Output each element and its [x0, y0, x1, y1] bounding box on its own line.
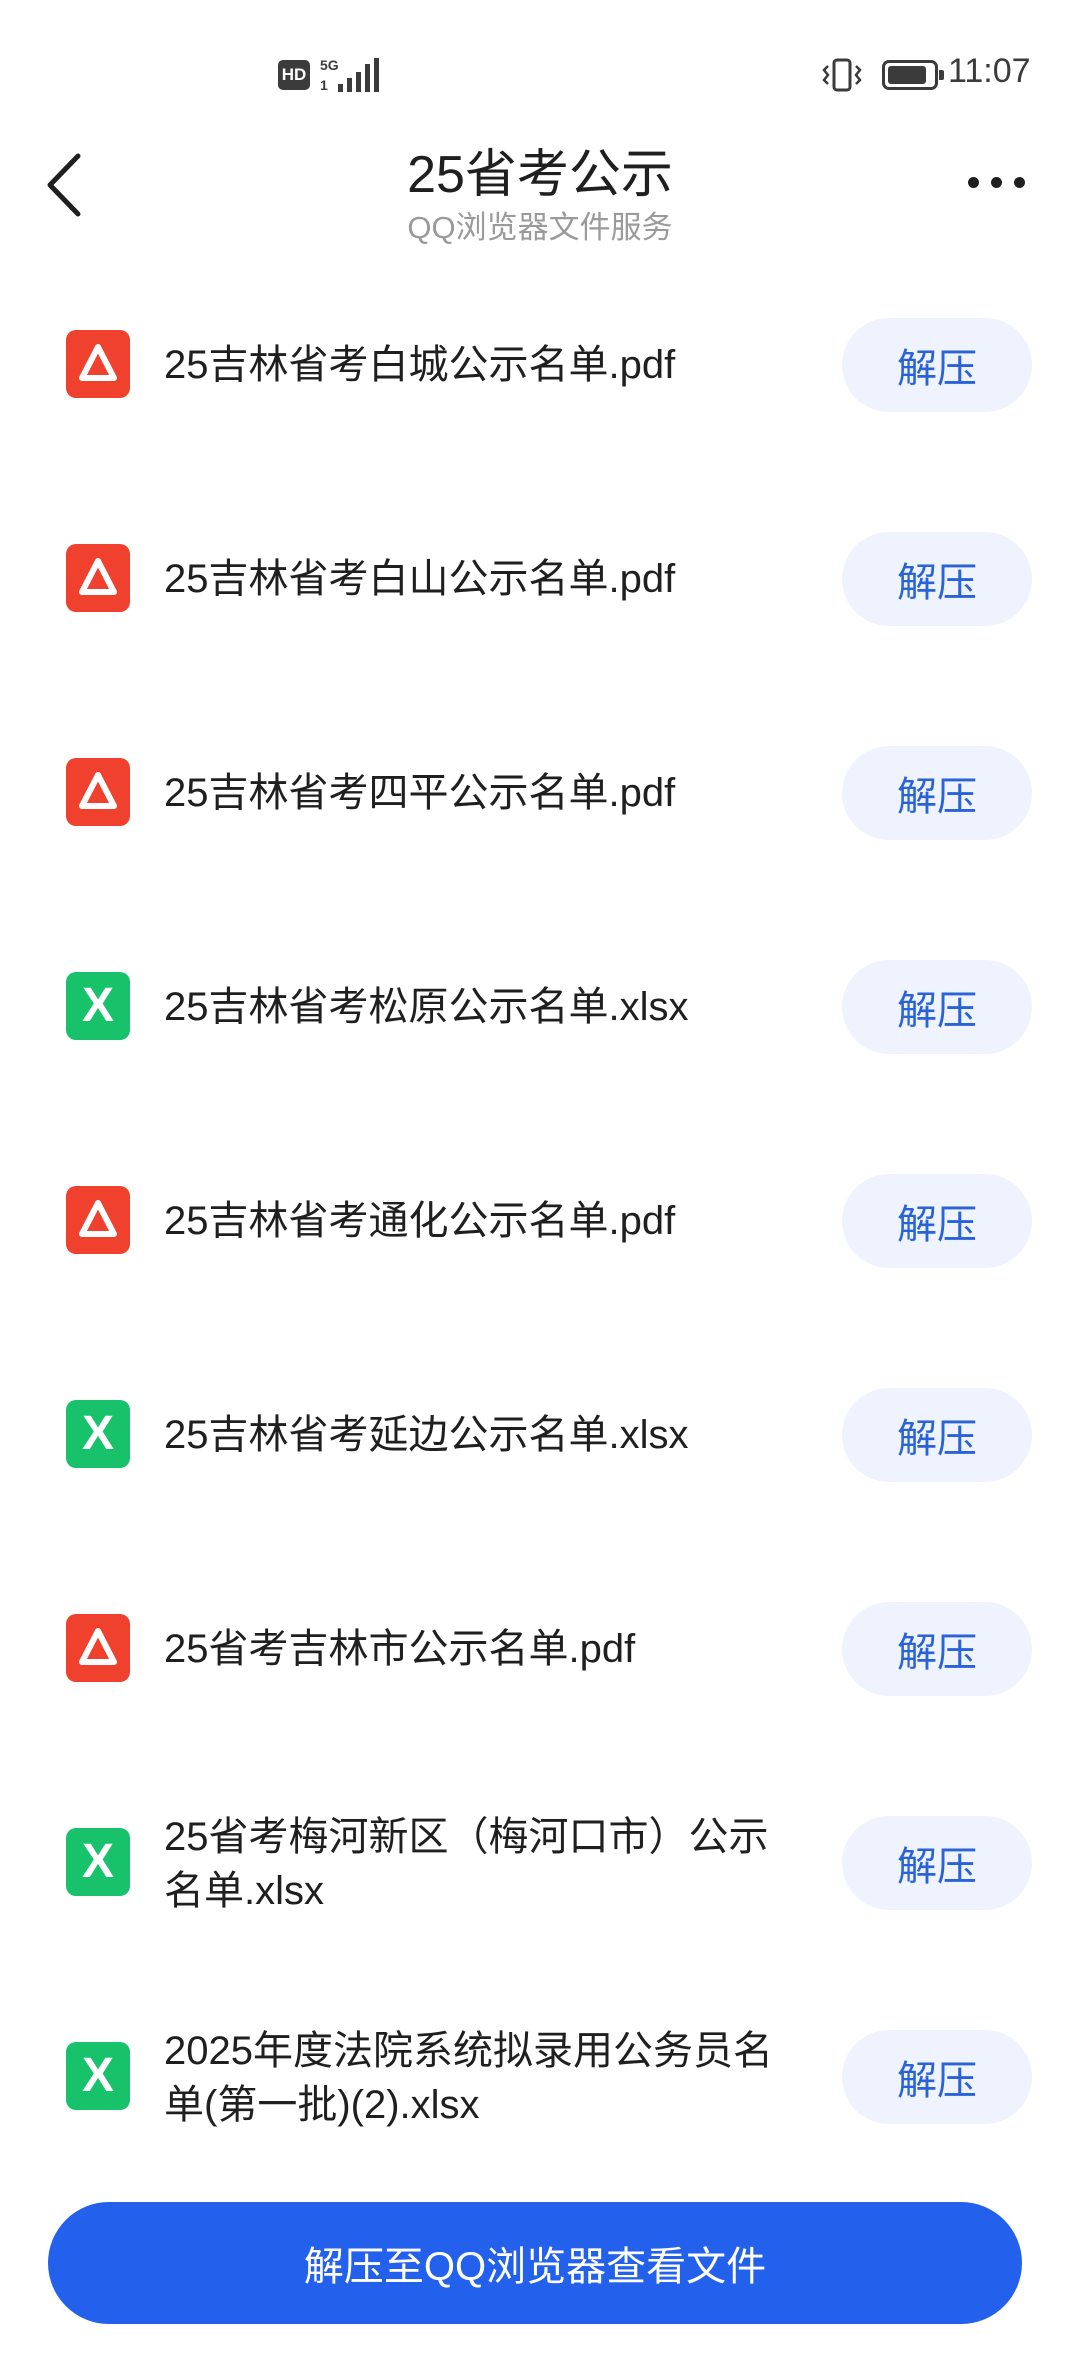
- pdf-file-icon: [66, 1186, 130, 1254]
- svg-text:1: 1: [320, 77, 328, 93]
- xlsx-file-icon: X: [66, 2042, 130, 2110]
- pdf-file-icon: [66, 544, 130, 612]
- list-item: 25省考吉林市公示名单.pdf 解压: [0, 1594, 1080, 1704]
- list-item: X 25省考梅河新区（梅河口市）公示名单.xlsx 解压: [0, 1808, 1080, 1918]
- extract-button[interactable]: 解压: [842, 318, 1032, 412]
- list-item: 25吉林省考白山公示名单.pdf 解压: [0, 524, 1080, 634]
- battery-icon: [882, 60, 944, 90]
- extract-button[interactable]: 解压: [842, 1816, 1032, 1910]
- xlsx-file-icon: X: [66, 1828, 130, 1896]
- extract-button[interactable]: 解压: [842, 1174, 1032, 1268]
- more-dot: [1014, 176, 1025, 188]
- extract-button[interactable]: 解压: [842, 2030, 1032, 2124]
- list-item: X 25吉林省考松原公示名单.xlsx 解压: [0, 952, 1080, 1062]
- file-name: 25吉林省考四平公示名单.pdf: [164, 771, 676, 815]
- more-button[interactable]: [968, 168, 1038, 196]
- file-name: 25吉林省考松原公示名单.xlsx: [164, 985, 689, 1029]
- file-name: 2025年度法院系统拟录用公务员名单(第一批)(2).xlsx: [164, 2029, 773, 2127]
- file-name: 25吉林省考延边公示名单.xlsx: [164, 1413, 689, 1457]
- list-item: X 25吉林省考延边公示名单.xlsx 解压: [0, 1380, 1080, 1490]
- xlsx-file-icon: X: [66, 1400, 130, 1468]
- list-item: 25吉林省考四平公示名单.pdf 解压: [0, 738, 1080, 848]
- extract-button[interactable]: 解压: [842, 532, 1032, 626]
- page-subtitle: QQ浏览器文件服务: [407, 210, 673, 245]
- list-item: X 2025年度法院系统拟录用公务员名单(第一批)(2).xlsx 解压: [0, 2022, 1080, 2132]
- more-dot: [968, 176, 979, 188]
- pdf-file-icon: [66, 1614, 130, 1682]
- pdf-file-icon: [66, 330, 130, 398]
- pdf-file-icon: [66, 758, 130, 826]
- more-dot: [991, 176, 1002, 188]
- extract-button[interactable]: 解压: [842, 746, 1032, 840]
- status-time: 11:07: [948, 52, 1031, 90]
- extract-button[interactable]: 解压: [842, 1602, 1032, 1696]
- extract-to-qq-browser-button[interactable]: 解压至QQ浏览器查看文件: [48, 2202, 1022, 2324]
- extract-button[interactable]: 解压: [842, 960, 1032, 1054]
- extract-button[interactable]: 解压: [842, 1388, 1032, 1482]
- file-name: 25省考吉林市公示名单.pdf: [164, 1627, 636, 1671]
- vibrate-icon: [822, 58, 862, 92]
- network-label: 5G: [320, 57, 339, 73]
- file-name: 25省考梅河新区（梅河口市）公示名单.xlsx: [164, 1815, 769, 1913]
- file-name: 25吉林省考白城公示名单.pdf: [164, 343, 676, 387]
- page-title: 25省考公示: [407, 146, 673, 204]
- file-name: 25吉林省考通化公示名单.pdf: [164, 1199, 676, 1243]
- hd-icon: HD: [278, 60, 310, 90]
- list-item: 25吉林省考白城公示名单.pdf 解压: [0, 310, 1080, 420]
- file-name: 25吉林省考白山公示名单.pdf: [164, 557, 676, 601]
- list-item: 25吉林省考通化公示名单.pdf 解压: [0, 1166, 1080, 1276]
- signal-5g-icon: 5G 1: [320, 57, 379, 93]
- xlsx-file-icon: X: [66, 972, 130, 1040]
- status-bar: HD 5G 1 11:07: [0, 0, 1080, 150]
